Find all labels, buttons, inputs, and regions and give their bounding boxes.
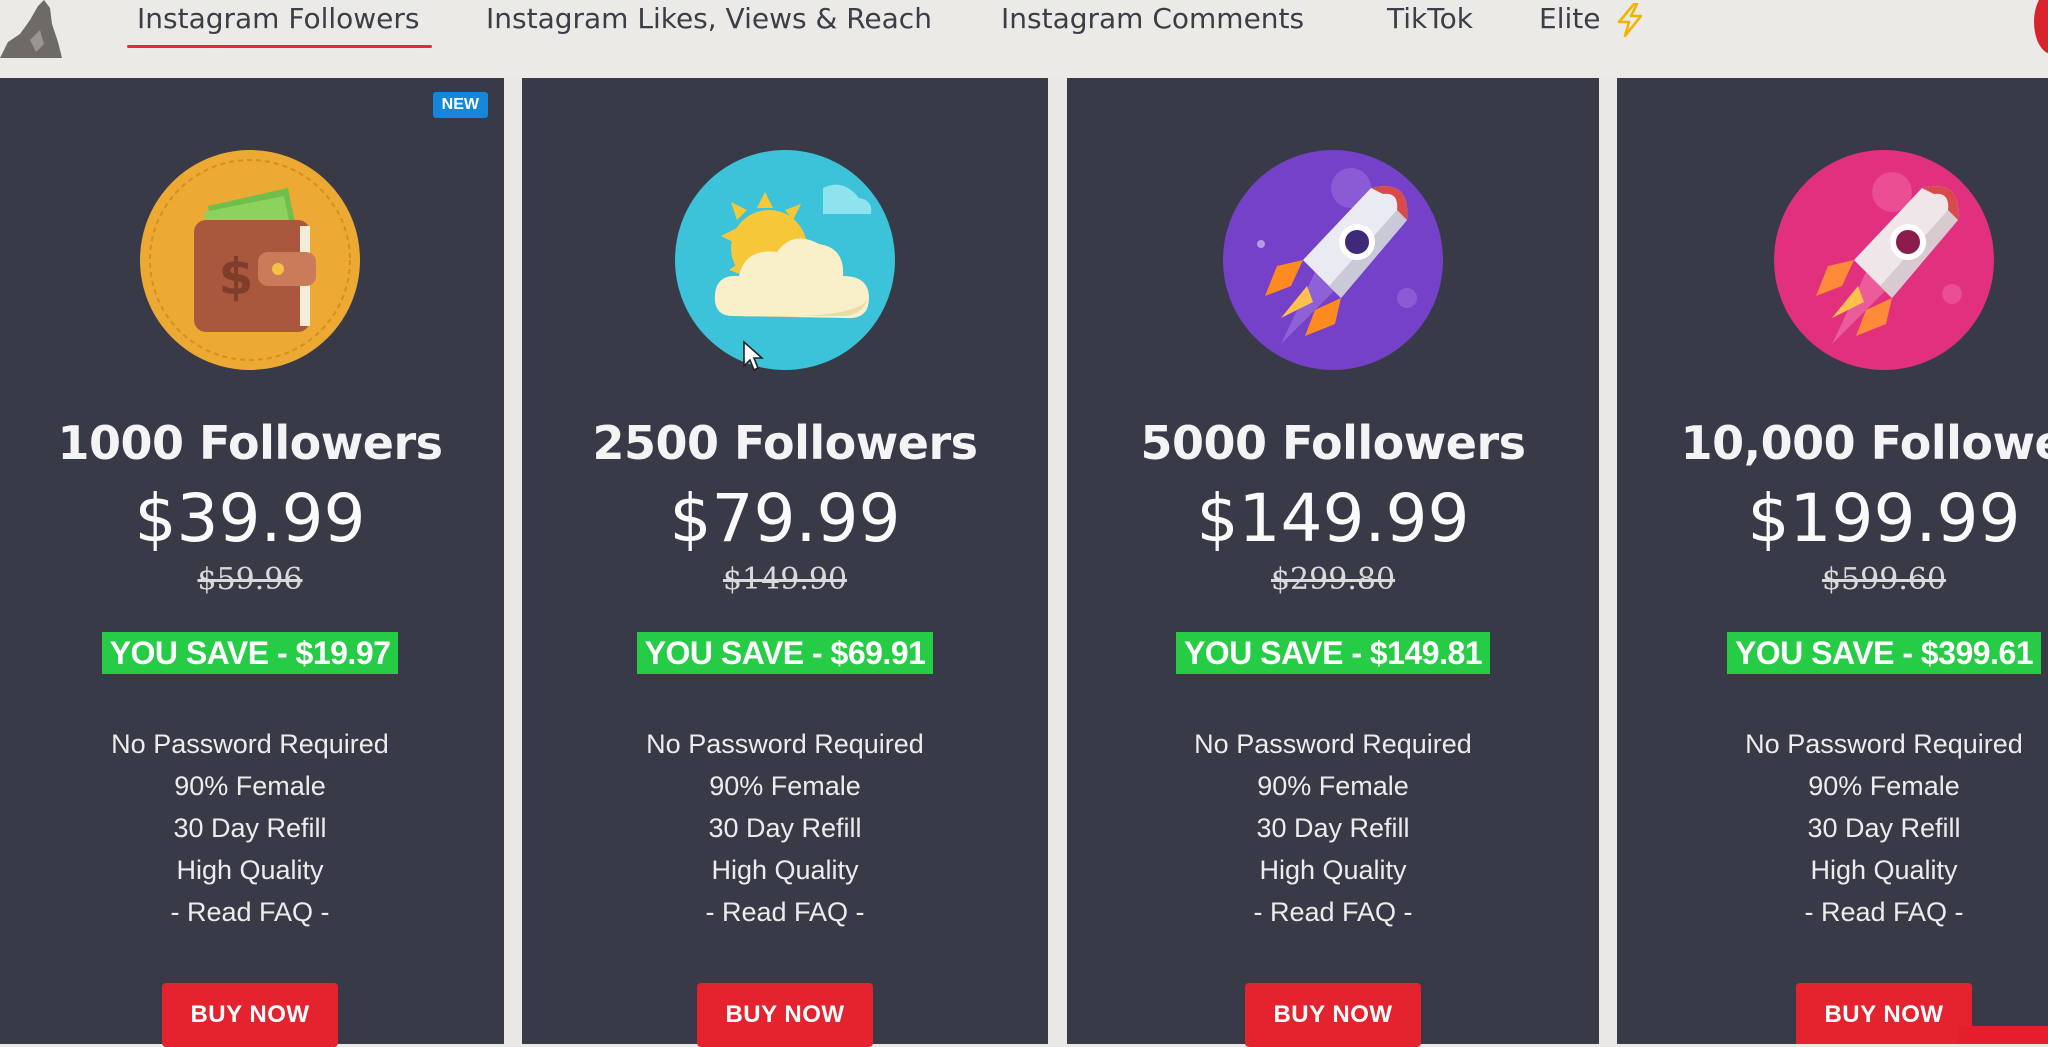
savings-badge: YOU SAVE - $149.81 [1175, 632, 1491, 674]
feature-item: High Quality [1259, 855, 1407, 885]
package-price: $149.99 [1196, 480, 1470, 557]
rocket-icon [1774, 150, 1994, 370]
rocket-icon [1223, 150, 1443, 370]
read-faq-link[interactable]: - Read FAQ - [1617, 891, 2048, 933]
read-faq-link[interactable]: - Read FAQ - [0, 891, 504, 933]
corner-circle-icon [2034, 0, 2048, 54]
package-card-10000: 10,000 Follower $199.99 $599.60 YOU SAVE… [1617, 78, 2048, 1044]
package-title: 10,000 Follower [1680, 416, 2048, 470]
feature-item: High Quality [711, 855, 859, 885]
package-price: $79.99 [669, 480, 901, 557]
feature-item: No Password Required [111, 729, 389, 759]
package-card-2500: 2500 Followers $79.99 $149.90 YOU SAVE -… [522, 78, 1048, 1047]
sun-cloud-icon [675, 150, 895, 370]
feature-item: No Password Required [1745, 729, 2023, 759]
feature-list: No Password Required 90% Female 30 Day R… [1067, 723, 1599, 933]
package-card-5000: 5000 Followers $149.99 $299.80 YOU SAVE … [1067, 78, 1599, 1047]
package-title: 5000 Followers [1140, 416, 1526, 470]
mouse-cursor-icon [743, 340, 764, 372]
feature-item: 30 Day Refill [708, 813, 862, 843]
nav-tab-instagram-comments[interactable]: Instagram Comments [1001, 0, 1304, 40]
wolf-logo-icon[interactable] [0, 0, 70, 58]
feature-list: No Password Required 90% Female 30 Day R… [1617, 723, 2048, 933]
svg-text:$: $ [219, 248, 254, 306]
feature-item: 90% Female [174, 771, 326, 801]
package-card-1000: NEW $ 1000 Followers $39.99 $59.96 YOU S… [0, 78, 504, 1047]
feature-list: No Password Required 90% Female 30 Day R… [0, 723, 504, 933]
feature-item: 90% Female [1257, 771, 1409, 801]
feature-item: 30 Day Refill [1256, 813, 1410, 843]
package-old-price: $59.96 [197, 562, 303, 597]
nav-tab-elite[interactable]: Elite [1539, 0, 1645, 40]
chat-widget-tab[interactable] [1958, 1026, 2048, 1044]
savings-badge: YOU SAVE - $399.61 [1726, 632, 2042, 674]
nav-tab-elite-label: Elite [1539, 2, 1601, 35]
feature-item: 30 Day Refill [1807, 813, 1961, 843]
package-price: $199.99 [1747, 480, 2021, 557]
feature-list: No Password Required 90% Female 30 Day R… [522, 723, 1048, 933]
nav-tab-instagram-followers[interactable]: Instagram Followers [127, 0, 432, 48]
read-faq-link[interactable]: - Read FAQ - [1067, 891, 1599, 933]
lightning-bolt-icon [1618, 3, 1643, 37]
new-badge: NEW [432, 92, 488, 118]
feature-item: High Quality [176, 855, 324, 885]
buy-now-button[interactable]: BUY NOW [1245, 983, 1421, 1047]
package-title: 1000 Followers [57, 416, 443, 470]
wallet-icon: $ [140, 150, 360, 370]
top-navigation: Instagram Followers Instagram Likes, Vie… [0, 0, 2048, 78]
feature-item: High Quality [1810, 855, 1958, 885]
buy-now-button[interactable]: BUY NOW [1796, 983, 1972, 1044]
package-old-price: $149.90 [722, 562, 848, 597]
package-old-price: $599.60 [1821, 562, 1947, 597]
read-faq-link[interactable]: - Read FAQ - [522, 891, 1048, 933]
nav-tab-tiktok[interactable]: TikTok [1387, 0, 1473, 40]
feature-item: No Password Required [646, 729, 924, 759]
feature-item: No Password Required [1194, 729, 1472, 759]
feature-item: 90% Female [709, 771, 861, 801]
feature-item: 30 Day Refill [173, 813, 327, 843]
package-price: $39.99 [134, 480, 366, 557]
savings-badge: YOU SAVE - $19.97 [101, 632, 399, 674]
nav-tab-instagram-likes-views-reach[interactable]: Instagram Likes, Views & Reach [486, 0, 932, 40]
buy-now-button[interactable]: BUY NOW [162, 983, 338, 1047]
package-old-price: $299.80 [1270, 562, 1396, 597]
package-title: 2500 Followers [592, 416, 978, 470]
buy-now-button[interactable]: BUY NOW [697, 983, 873, 1047]
feature-item: 90% Female [1808, 771, 1960, 801]
savings-badge: YOU SAVE - $69.91 [636, 632, 934, 674]
